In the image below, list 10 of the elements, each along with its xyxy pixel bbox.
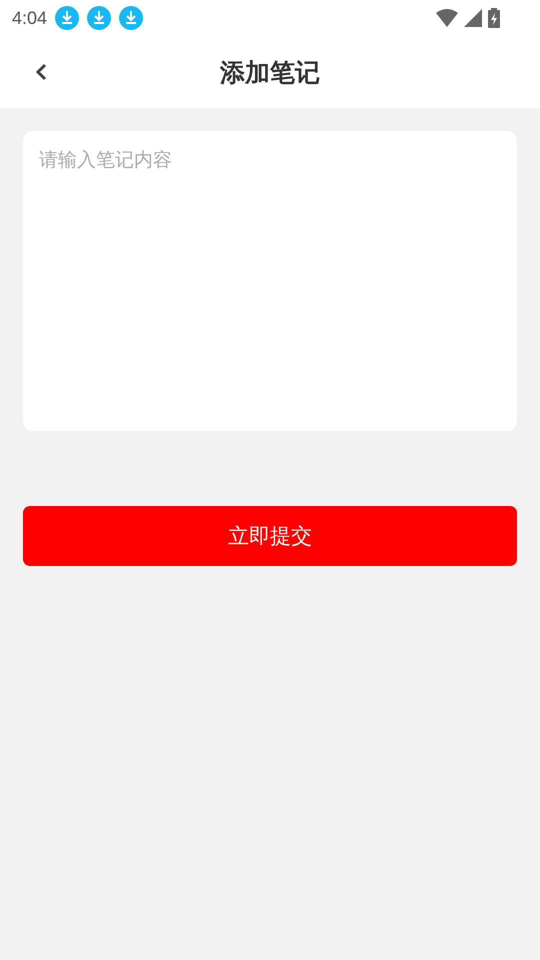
- download-icon: [87, 6, 112, 30]
- signal-icon: [464, 9, 482, 27]
- submit-button[interactable]: 立即提交: [23, 506, 517, 566]
- page-title: 添加笔记: [220, 56, 320, 88]
- battery-icon: [488, 8, 500, 28]
- wifi-icon: [436, 9, 458, 27]
- status-time: 4:04: [12, 8, 48, 28]
- download-icon: [119, 6, 144, 30]
- download-icon: [55, 6, 80, 30]
- note-input-field[interactable]: 请输入笔记内容: [23, 131, 517, 431]
